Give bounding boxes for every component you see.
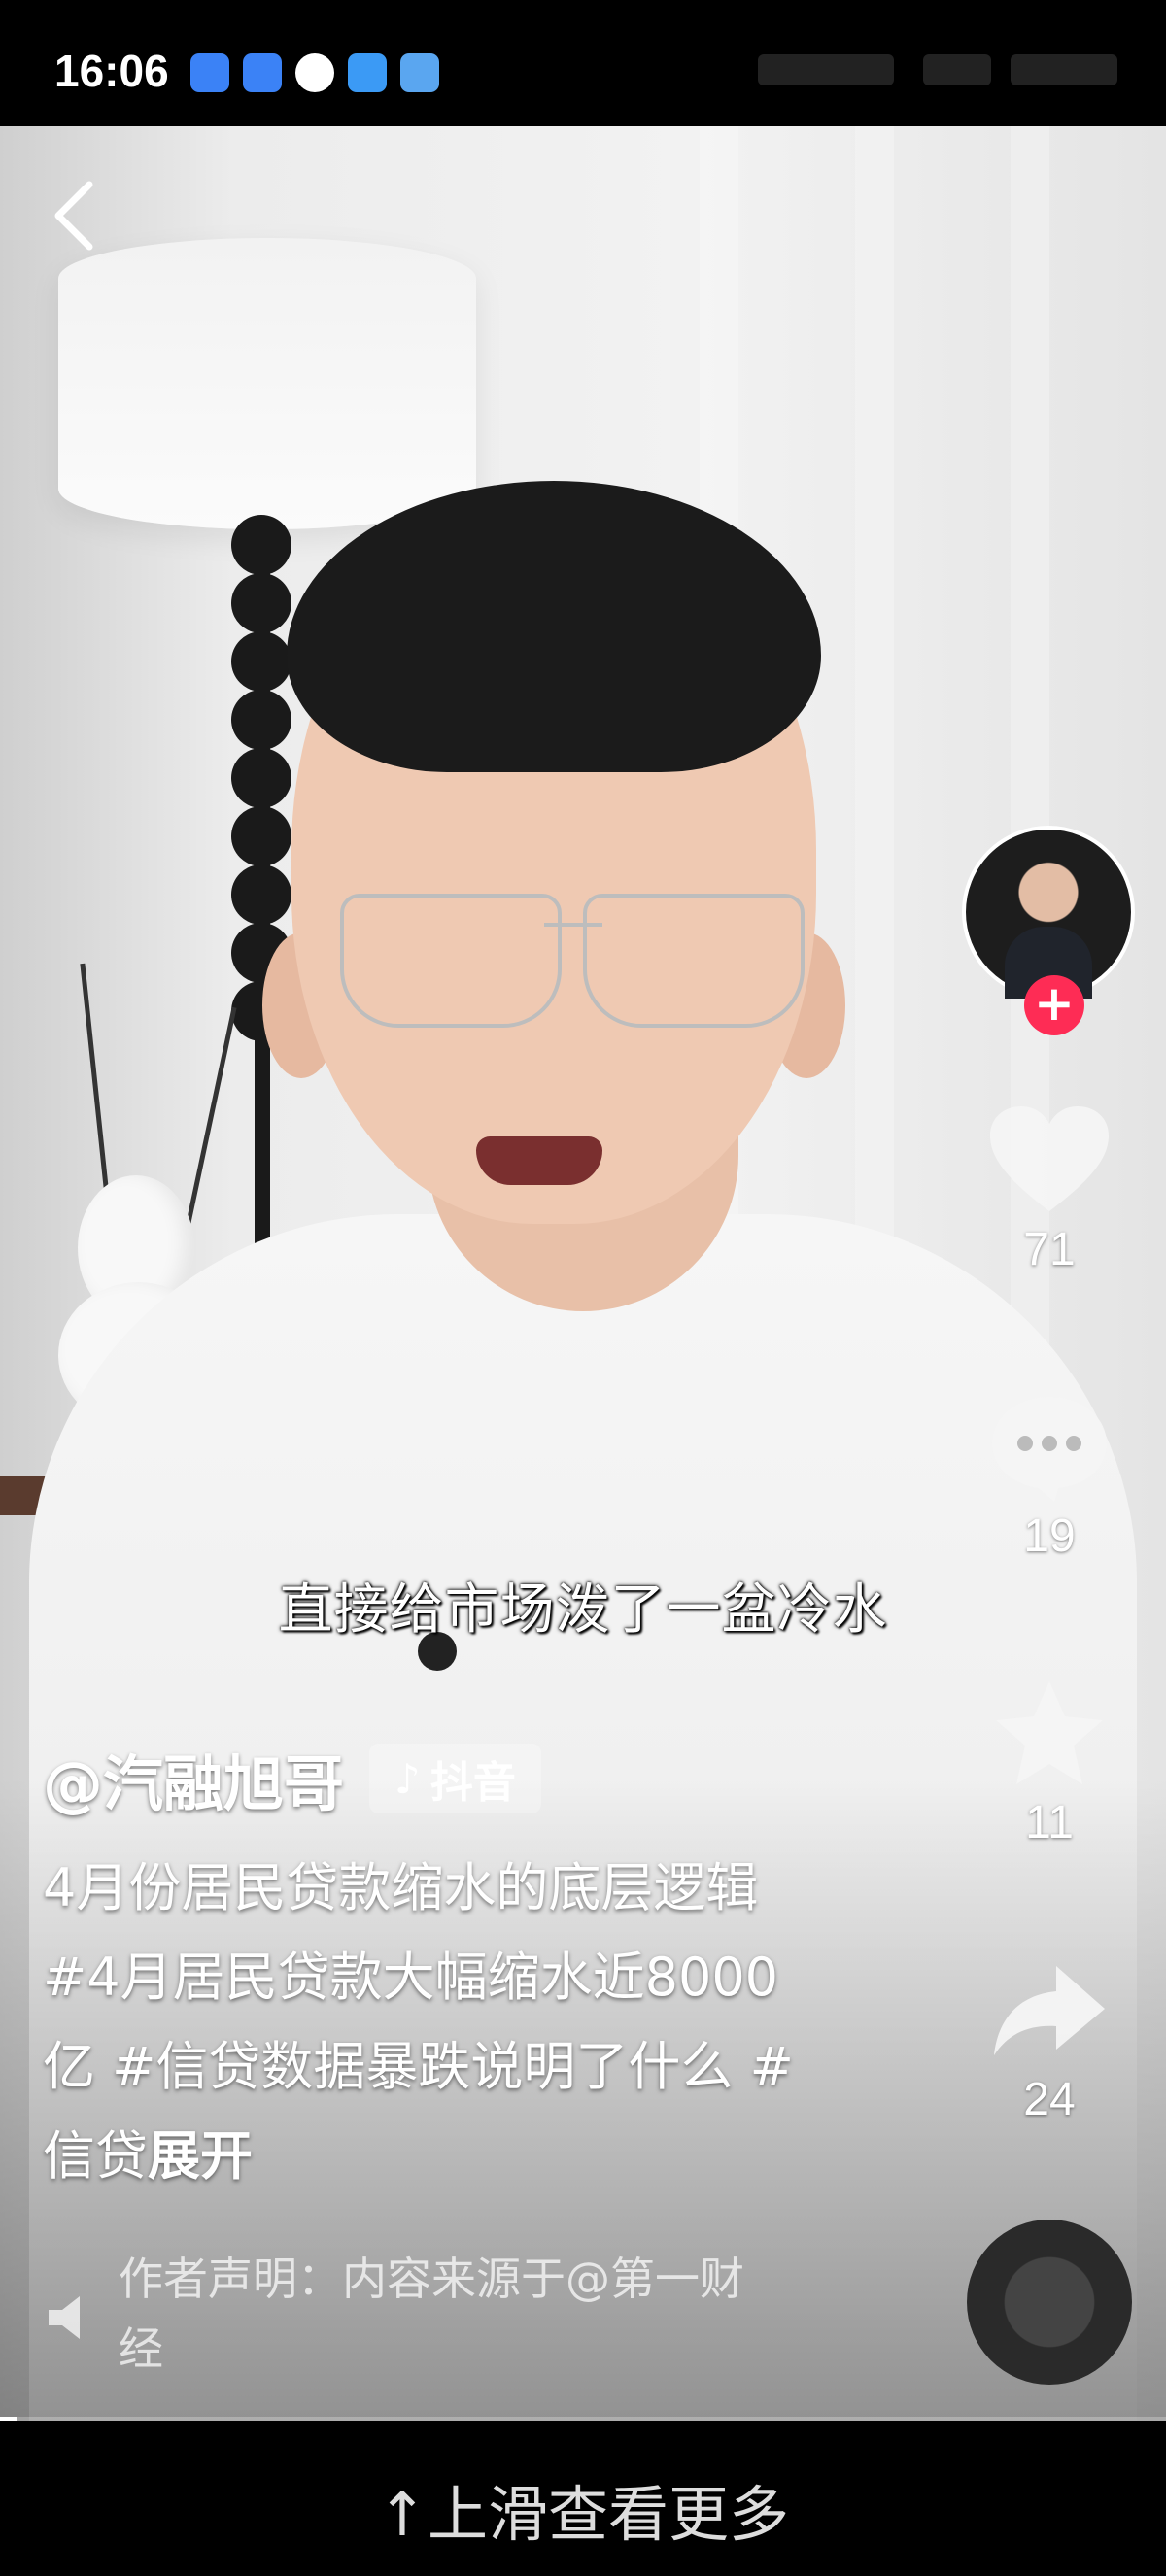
message-icon <box>243 53 282 92</box>
author-row: @汽融旭哥 ♪ 抖音 <box>43 1735 541 1822</box>
comment-icon <box>992 1397 1107 1502</box>
author-declaration: 作者声明：内容来源于@第一财经 <box>43 2244 779 2384</box>
comment-count: 19 <box>1023 1510 1076 1562</box>
cloud-icon <box>348 53 387 92</box>
author-name-link[interactable]: @汽融旭哥 <box>43 1735 344 1822</box>
music-disc[interactable] <box>967 2220 1132 2385</box>
like-count: 71 <box>1023 1224 1076 1275</box>
status-right-indicators <box>758 51 1127 89</box>
swipe-up-hint[interactable]: ↑上滑查看更多 <box>0 2465 1166 2553</box>
share-arrow-icon <box>994 1966 1105 2055</box>
favorite-button[interactable]: 11 <box>972 1676 1127 1849</box>
glasses-lens <box>340 894 562 1028</box>
glasses-bridge <box>544 923 602 927</box>
video-subtitle: 直接给市场泼了一盆冷水 <box>278 1578 888 1642</box>
footer-bar: ↑上滑查看更多 <box>0 2421 1166 2576</box>
lamp-shade <box>58 238 476 529</box>
follow-button[interactable]: + <box>1024 975 1084 1035</box>
weather-icon <box>400 53 439 92</box>
glasses-lens <box>583 894 805 1028</box>
share-count: 24 <box>1023 2074 1076 2125</box>
video-description[interactable]: 4月份居民贷款缩水的底层逻辑#4月居民贷款大幅缩水近8000亿 #信贷数据暴跌说… <box>43 1844 801 2201</box>
back-button[interactable] <box>47 177 105 254</box>
app-badge-label: 抖音 <box>429 1758 516 1808</box>
star-icon <box>996 1681 1103 1784</box>
person-mouth <box>476 1136 602 1185</box>
declaration-text: 作者声明：内容来源于@第一财经 <box>119 2253 744 2375</box>
author-avatar[interactable] <box>962 826 1135 999</box>
person-hair <box>287 481 821 772</box>
like-button[interactable]: 71 <box>972 1102 1127 1276</box>
app-market-icon <box>190 53 229 92</box>
favorite-count: 11 <box>1025 1797 1074 1848</box>
comment-button[interactable]: 19 <box>972 1389 1127 1563</box>
app-badge: ♪ 抖音 <box>369 1744 541 1813</box>
hand-icon <box>295 53 334 92</box>
expand-button[interactable]: 展开 <box>148 2125 253 2186</box>
tiktok-note-icon: ♪ <box>394 1754 421 1803</box>
status-bar: 16:06 <box>0 0 1166 126</box>
heart-icon <box>990 1106 1109 1211</box>
speaker-icon <box>49 2296 80 2339</box>
share-button[interactable]: 24 <box>972 1952 1127 2126</box>
chevron-left-icon <box>54 181 93 251</box>
status-time: 16:06 <box>54 46 169 96</box>
